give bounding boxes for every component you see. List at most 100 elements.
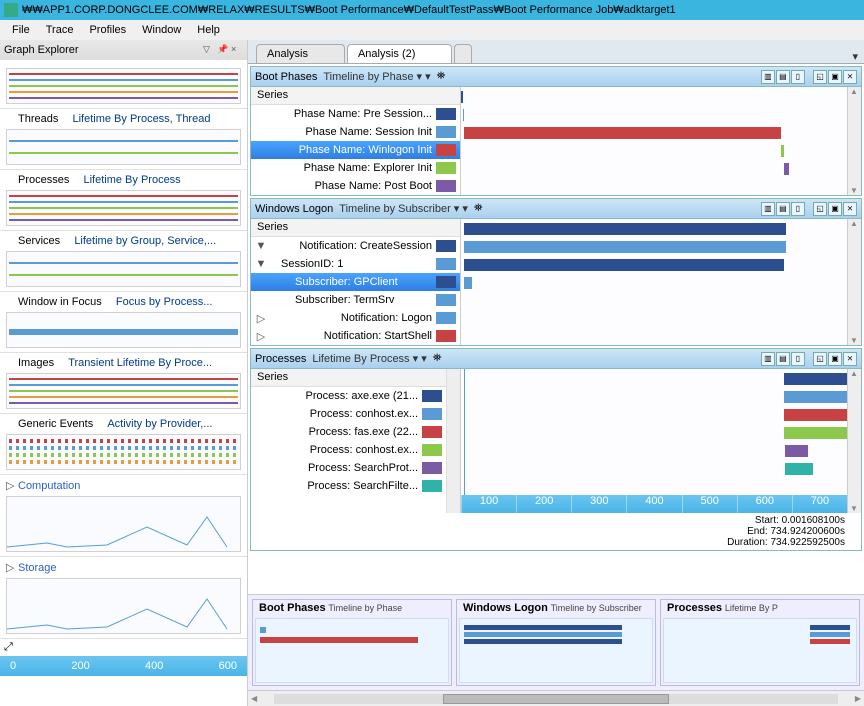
layout-icon[interactable]: ▤ xyxy=(776,202,790,216)
close-icon[interactable]: × xyxy=(231,44,243,56)
panel-header[interactable]: Boot PhasesTimeline by Phase ▾ ▾⛯▥▤▯ ◱▣⨯ xyxy=(251,67,861,87)
layout-icon[interactable]: ▥ xyxy=(761,70,775,84)
vertical-scrollbar[interactable] xyxy=(847,369,861,513)
series-row[interactable]: ▼Notification: CreateSession xyxy=(251,237,460,255)
explorer-thumbnail[interactable] xyxy=(6,578,241,634)
explorer-category[interactable]: ▷Storage xyxy=(6,561,241,574)
restore-icon[interactable]: ▣ xyxy=(828,202,842,216)
series-row[interactable]: Phase Name: Session Init xyxy=(251,123,460,141)
graph-explorer-sidebar: Graph Explorer ▽ 📌 × Threads Lifetime By… xyxy=(0,40,248,706)
series-row[interactable]: Process: SearchFilte... xyxy=(251,477,446,495)
series-header: Series xyxy=(251,87,460,105)
chart-bar xyxy=(463,109,465,121)
explorer-item[interactable]: Processes Lifetime By Process xyxy=(6,174,241,186)
panel-header[interactable]: Windows LogonTimeline by Subscriber ▾ ▾⛯… xyxy=(251,199,861,219)
restore-icon[interactable]: ▣ xyxy=(828,352,842,366)
menu-window[interactable]: Window xyxy=(134,22,189,38)
explorer-item[interactable]: Images Transient Lifetime By Proce... xyxy=(6,357,241,369)
explorer-thumbnail[interactable] xyxy=(6,129,241,165)
explorer-thumbnail[interactable] xyxy=(6,373,241,409)
pin-icon[interactable]: 📌 xyxy=(217,44,229,56)
series-scrollbar[interactable] xyxy=(446,369,460,513)
close-icon[interactable]: ⨯ xyxy=(843,202,857,216)
bottom-thumb[interactable] xyxy=(459,618,653,683)
tab-blank[interactable] xyxy=(454,44,471,63)
chart-area[interactable]: 100200300400500600700 xyxy=(461,369,861,513)
series-row[interactable]: Process: fas.exe (22... xyxy=(251,423,446,441)
menu-profiles[interactable]: Profiles xyxy=(81,22,134,38)
chart-bar xyxy=(784,373,856,385)
tabs-menu-icon[interactable]: ▾ xyxy=(852,50,864,63)
vertical-scrollbar[interactable] xyxy=(847,219,861,345)
layout-icon[interactable]: ▯ xyxy=(791,352,805,366)
series-row[interactable]: Phase Name: Winlogon Init xyxy=(251,141,460,159)
settings-icon[interactable]: ⛯ xyxy=(433,352,442,365)
explorer-item[interactable]: Window in Focus Focus by Process... xyxy=(6,296,241,308)
series-row[interactable]: Subscriber: GPClient xyxy=(251,273,460,291)
tab-analysis-2[interactable]: Analysis (2) xyxy=(347,44,452,63)
mode-dropdown[interactable]: Timeline by Phase ▾ ▾ xyxy=(323,70,430,83)
chart-area[interactable] xyxy=(461,219,861,345)
mode-dropdown[interactable]: Lifetime By Process ▾ ▾ xyxy=(312,352,426,365)
series-row[interactable]: Phase Name: Explorer Init xyxy=(251,159,460,177)
close-icon[interactable]: ⨯ xyxy=(843,352,857,366)
bottom-thumb[interactable] xyxy=(255,618,449,683)
series-row[interactable]: Subscriber: TermSrv xyxy=(251,291,460,309)
explorer-item[interactable]: Threads Lifetime By Process, Thread xyxy=(6,113,241,125)
menu-help[interactable]: Help xyxy=(189,22,228,38)
layout-icon[interactable]: ▤ xyxy=(776,70,790,84)
panel-header[interactable]: ProcessesLifetime By Process ▾ ▾⛯▥▤▯ ◱▣⨯ xyxy=(251,349,861,369)
series-row[interactable]: Process: conhost.ex... xyxy=(251,441,446,459)
chart-bar xyxy=(461,91,463,103)
chart-bar xyxy=(784,163,789,175)
app-icon xyxy=(4,3,18,17)
series-row[interactable]: Phase Name: Post Boot xyxy=(251,177,460,195)
explorer-list[interactable]: Threads Lifetime By Process, Thread Proce… xyxy=(0,60,247,706)
stats: Start: 0.001608100sEnd: 734.924200600sDu… xyxy=(251,513,861,550)
bottom-thumb-title: Boot Phases Timeline by Phase xyxy=(253,600,451,616)
sidebar-ruler: 0200400600 xyxy=(0,656,247,676)
mode-dropdown[interactable]: Timeline by Subscriber ▾ ▾ xyxy=(339,202,468,215)
layout-icon[interactable]: ▯ xyxy=(791,70,805,84)
bottom-thumb[interactable] xyxy=(663,618,857,683)
chart-bar xyxy=(464,259,784,271)
vertical-scrollbar[interactable] xyxy=(847,87,861,195)
explorer-thumbnail[interactable] xyxy=(6,68,241,104)
cursor-icon[interactable]: ⤢ xyxy=(0,639,247,656)
settings-icon[interactable]: ⛯ xyxy=(437,70,446,83)
horizontal-scrollbar[interactable] xyxy=(248,690,864,706)
explorer-thumbnail[interactable] xyxy=(6,496,241,552)
layout-icon[interactable]: ▯ xyxy=(791,202,805,216)
window-title: ₩₩APP1.CORP.DONGCLEE.COM₩RELAX₩RESULTS₩B… xyxy=(22,4,676,16)
series-row[interactable]: Process: conhost.ex... xyxy=(251,405,446,423)
menu-file[interactable]: File xyxy=(4,22,38,38)
explorer-item[interactable]: Generic Events Activity by Provider,... xyxy=(6,418,241,430)
window-icon[interactable]: ◱ xyxy=(813,70,827,84)
window-icon[interactable]: ◱ xyxy=(813,202,827,216)
chart-bar xyxy=(464,127,781,139)
explorer-thumbnail[interactable] xyxy=(6,251,241,287)
menu-trace[interactable]: Trace xyxy=(38,22,82,38)
chart-bar xyxy=(781,145,784,157)
series-row[interactable]: Phase Name: Pre Session... xyxy=(251,105,460,123)
layout-icon[interactable]: ▥ xyxy=(761,352,775,366)
series-row[interactable]: ▷Notification: StartShell xyxy=(251,327,460,345)
restore-icon[interactable]: ▣ xyxy=(828,70,842,84)
explorer-thumbnail[interactable] xyxy=(6,434,241,470)
series-row[interactable]: Process: axe.exe (21... xyxy=(251,387,446,405)
window-icon[interactable]: ◱ xyxy=(813,352,827,366)
explorer-thumbnail[interactable] xyxy=(6,190,241,226)
settings-icon[interactable]: ⛯ xyxy=(474,202,483,215)
layout-icon[interactable]: ▥ xyxy=(761,202,775,216)
dropdown-icon[interactable]: ▽ xyxy=(203,44,215,56)
explorer-thumbnail[interactable] xyxy=(6,312,241,348)
series-row[interactable]: ▷Notification: Logon xyxy=(251,309,460,327)
close-icon[interactable]: ⨯ xyxy=(843,70,857,84)
explorer-category[interactable]: ▷Computation xyxy=(6,479,241,492)
tab-analysis[interactable]: Analysis xyxy=(256,44,345,63)
series-row[interactable]: Process: SearchProt... xyxy=(251,459,446,477)
explorer-item[interactable]: Services Lifetime by Group, Service,... xyxy=(6,235,241,247)
series-row[interactable]: ▼SessionID: 1 xyxy=(251,255,460,273)
layout-icon[interactable]: ▤ xyxy=(776,352,790,366)
chart-area[interactable] xyxy=(461,87,861,195)
